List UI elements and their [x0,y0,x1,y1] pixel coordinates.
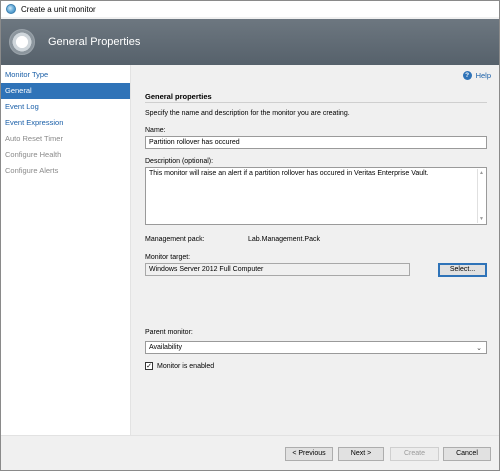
sidebar-item-configure-health: Configure Health [5,150,62,159]
section-divider [145,102,487,103]
monitor-enabled-checkbox[interactable]: ✓ Monitor is enabled [145,362,214,370]
parent-monitor-value: Availability [149,344,182,351]
monitor-target-label: Monitor target: [145,254,191,261]
help-icon: ? [462,71,472,80]
wizard-steps-sidebar: Monitor Type General Event Log Event Exp… [1,65,131,435]
select-target-button[interactable]: Select... [438,263,487,277]
name-input[interactable]: Partition rollover has occured [145,136,487,149]
help-label: Help [475,71,491,80]
checkmark-icon[interactable]: ✓ [145,362,153,370]
parent-monitor-select[interactable]: Availability ⌄ [145,341,487,354]
monitor-enabled-label: Monitor is enabled [157,362,215,370]
window-title: Create a unit monitor [21,4,96,14]
chevron-down-icon: ⌄ [476,345,482,352]
description-label: Description (optional): [145,158,214,165]
app-icon [6,4,16,14]
sidebar-item-general[interactable]: General [1,83,130,99]
scroll-up-icon[interactable]: ▲ [479,170,484,176]
wizard-icon [9,29,35,55]
page-banner: General Properties [1,19,499,65]
management-pack-label: Management pack: [145,236,205,243]
scroll-down-icon[interactable]: ▼ [479,216,484,222]
section-description: Specify the name and description for the… [145,110,350,117]
sidebar-item-auto-reset-timer: Auto Reset Timer [5,134,63,143]
description-text: This monitor will raise an alert if a pa… [149,170,429,177]
create-unit-monitor-window: Create a unit monitor General Properties… [0,0,500,471]
wizard-footer: < Previous Next > Create Cancel [1,435,499,470]
cancel-button[interactable]: Cancel [443,447,491,461]
section-title: General properties [145,92,212,101]
parent-monitor-label: Parent monitor: [145,329,193,336]
help-link[interactable]: ? Help [462,71,491,80]
sidebar-item-monitor-type[interactable]: Monitor Type [1,67,130,83]
sidebar-item-configure-alerts: Configure Alerts [5,166,59,175]
previous-button[interactable]: < Previous [285,447,333,461]
title-bar: Create a unit monitor [1,1,499,17]
page-title: General Properties [48,36,141,48]
management-pack-value: Lab.Management.Pack [248,236,320,243]
general-properties-panel: ? Help General properties Specify the na… [132,65,499,435]
sidebar-item-event-expression[interactable]: Event Expression [1,115,130,131]
next-button[interactable]: Next > [338,447,384,461]
name-label: Name: [145,127,166,134]
create-button: Create [390,447,439,461]
description-textarea[interactable]: This monitor will raise an alert if a pa… [145,167,487,225]
monitor-target-field: Windows Server 2012 Full Computer [145,263,410,276]
sidebar-item-event-log[interactable]: Event Log [1,99,130,115]
description-scrollbar[interactable]: ▲ ▼ [477,169,485,223]
